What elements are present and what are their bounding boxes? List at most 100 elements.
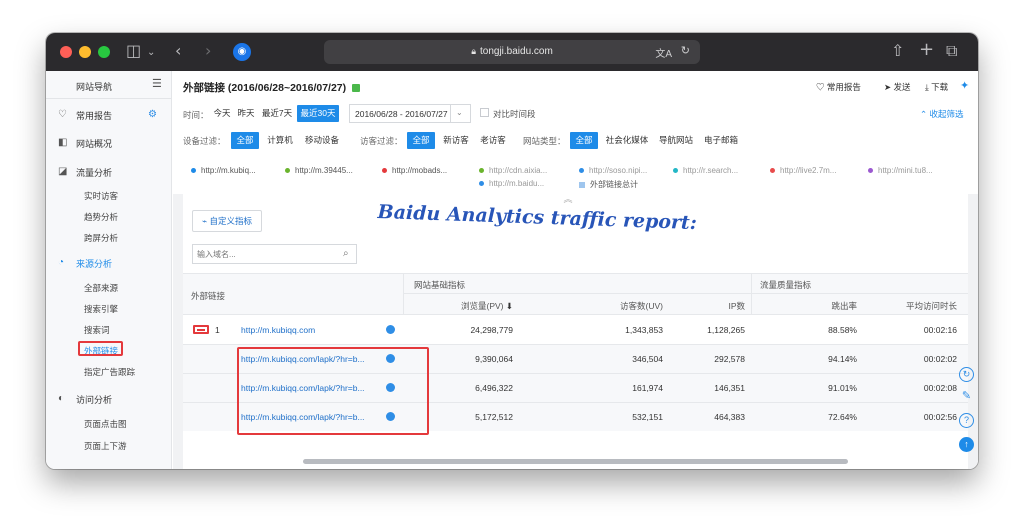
browser-window: ◫ ⌄ ‹ › ◉ 🔒︎ tongji.baidu.com 文A ↻ ⇧ + ⧉ … (46, 33, 978, 469)
row-ip: 146,351 (714, 383, 745, 393)
visitor-filter-returning[interactable]: 老访客 (476, 132, 510, 149)
sidebar-subitem-trend[interactable]: 趋势分析 (84, 211, 118, 223)
site-type-filter-navigation[interactable]: 导航网站 (655, 132, 697, 149)
collapse-menu-icon[interactable]: ☰ (152, 77, 162, 90)
pin-icon[interactable]: ✦ (960, 79, 969, 92)
translate-icon[interactable]: 文A (655, 45, 672, 60)
sidebar-subitem-realtime[interactable]: 实时访客 (84, 190, 118, 202)
send-action[interactable]: ➤ 发送 (884, 81, 911, 93)
visitor-filter-new[interactable]: 新访客 (439, 132, 473, 149)
time-option-yesterday[interactable]: 昨天 (235, 105, 257, 122)
sidebar-item-traffic[interactable]: ◪ 流量分析 (46, 166, 172, 180)
heart-icon: ♡ (816, 82, 825, 92)
zoom-window-button[interactable] (98, 46, 110, 58)
row-ip: 1,128,265 (707, 325, 745, 335)
scroll-top-icon[interactable]: ↑ (959, 437, 974, 452)
chat-icon[interactable]: ✎ (959, 389, 974, 404)
legend-item[interactable]: http://m.baidu... (479, 179, 544, 188)
legend-item[interactable]: http://soso.nipi... (579, 166, 647, 175)
legend-item[interactable]: http://live2.7m... (770, 166, 836, 175)
download-action[interactable]: ⤓ 下载 (925, 81, 948, 93)
table-row[interactable]: 1 http://m.kubiqq.com 24,298,779 1,343,8… (183, 316, 968, 344)
col-header-uv[interactable]: 访客数(UV) (553, 300, 663, 312)
row-url[interactable]: http://m.kubiqq.com (241, 325, 315, 335)
new-tab-icon[interactable]: + (919, 40, 934, 60)
domain-search-input[interactable] (197, 248, 332, 261)
col-header-external-link[interactable]: 外部链接 (191, 290, 225, 302)
site-type-filter-email[interactable]: 电子邮箱 (700, 132, 742, 149)
password-manager-icon[interactable]: ◉ (233, 43, 251, 61)
legend-item[interactable]: http://mini.tu8... (868, 166, 933, 175)
device-filter-computer[interactable]: 计算机 (263, 132, 297, 149)
collapse-row-button[interactable] (193, 325, 209, 334)
reload-icon[interactable]: ↻ (681, 44, 690, 57)
collapse-filter-label: 收起筛选 (929, 109, 964, 119)
collapse-filter-button[interactable]: ⌃ 收起筛选 (920, 108, 964, 120)
sidebar-subitem-all-sources[interactable]: 全部来源 (84, 282, 118, 294)
horizontal-scrollbar[interactable] (303, 459, 848, 464)
legend-item[interactable]: http://cdn.aixia... (479, 166, 547, 175)
domain-search[interactable]: ⌕ (192, 244, 357, 264)
sidebar-subitem-cross-screen[interactable]: 跨屏分析 (84, 232, 118, 244)
legend-label: http://m.baidu... (489, 179, 545, 188)
time-option-7days[interactable]: 最近7天 (259, 105, 295, 122)
col-header-duration[interactable]: 平均访问时长 (873, 300, 957, 312)
refresh-side-icon[interactable]: ↻ (959, 367, 974, 382)
site-type-filter-social[interactable]: 社会化媒体 (602, 132, 652, 149)
chevron-up-icon: ⌃ (920, 109, 928, 119)
legend-dot (770, 168, 775, 174)
help-icon[interactable]: ? (959, 413, 974, 428)
visitor-filter-all[interactable]: 全部 (407, 132, 435, 149)
close-window-button[interactable] (60, 46, 72, 58)
legend-dot (382, 168, 387, 174)
forward-icon[interactable]: › (205, 41, 211, 61)
tab-overview-icon[interactable]: ⧉ (946, 41, 957, 61)
site-type-filter-all[interactable]: 全部 (570, 132, 598, 149)
globe-icon[interactable] (386, 325, 395, 334)
col-header-bounce[interactable]: 跳出率 (773, 300, 857, 312)
common-report-action[interactable]: ♡ 常用报告 (816, 81, 861, 93)
sidebar-subitem-search-terms[interactable]: 搜索词 (84, 324, 110, 336)
chevron-down-icon[interactable]: ⌄ (147, 43, 155, 63)
send-icon: ➤ (884, 82, 892, 92)
highlight-box-sublinks (237, 347, 429, 435)
legend-item[interactable]: http://r.search... (673, 166, 738, 175)
sidebar-item-source[interactable]: ◔ 来源分析 (46, 257, 172, 271)
legend-item[interactable]: http://m.39445... (285, 166, 353, 175)
legend-label: 外部链接总计 (590, 180, 638, 189)
legend-label: http://live2.7m... (780, 166, 837, 175)
legend-item[interactable]: http://m.kubiq... (191, 166, 256, 175)
back-icon[interactable]: ‹ (175, 41, 181, 61)
sidebar-toggle-icon[interactable]: ◫ (126, 41, 141, 61)
page-title: 外部链接 (2016/06/28~2016/07/27) (183, 80, 361, 95)
search-icon[interactable]: ⌕ (343, 248, 349, 259)
gear-icon[interactable]: ⚙ (148, 109, 157, 120)
legend-item[interactable]: http://mobads... (382, 166, 447, 175)
sidebar-subitem-click-map[interactable]: 页面点击图 (84, 418, 127, 430)
sidebar-subitem-page-flow[interactable]: 页面上下游 (84, 440, 127, 452)
sidebar-subitem-ad-tracking[interactable]: 指定广告跟踪 (84, 366, 135, 378)
sidebar-subitem-search-engines[interactable]: 搜索引擎 (84, 303, 118, 315)
minimize-window-button[interactable] (79, 46, 91, 58)
pulse-icon: ⌁ (201, 216, 208, 226)
sidebar-item-visits[interactable]: ◐ 访问分析 (46, 393, 172, 407)
col-header-pv[interactable]: 浏览量(PV) ⬇ (403, 300, 513, 312)
sidebar-item-overview[interactable]: ◧ 网站概况 (46, 137, 172, 151)
time-option-30days[interactable]: 最近30天 (297, 105, 339, 122)
row-bounce: 72.64% (828, 412, 857, 422)
compare-checkbox[interactable] (480, 108, 489, 117)
custom-metric-button[interactable]: ⌁ 自定义指标 (192, 210, 262, 232)
col-header-ip[interactable]: IP数 (673, 300, 745, 312)
device-filter-mobile[interactable]: 移动设备 (300, 132, 344, 149)
time-option-today[interactable]: 今天 (211, 105, 233, 122)
sidebar-header: 网站导航 ☰ (46, 71, 172, 99)
date-range-picker[interactable]: 2016/06/28 - 2016/07/27 ⌄ (349, 104, 471, 123)
share-icon[interactable]: ⇧ (891, 41, 904, 61)
device-filter-all[interactable]: 全部 (231, 132, 259, 149)
compare-label: 对比时间段 (493, 109, 536, 119)
address-bar[interactable]: 🔒︎ tongji.baidu.com 文A ↻ (324, 40, 700, 64)
report-panel: http://m.kubiq... http://m.39445... http… (173, 157, 978, 469)
legend-item[interactable]: 外部链接总计 (579, 179, 638, 190)
device-filter-label: 设备过滤： (183, 136, 226, 146)
sidebar-item-common-reports[interactable]: ♡ 常用报告 ⚙ (46, 109, 172, 123)
